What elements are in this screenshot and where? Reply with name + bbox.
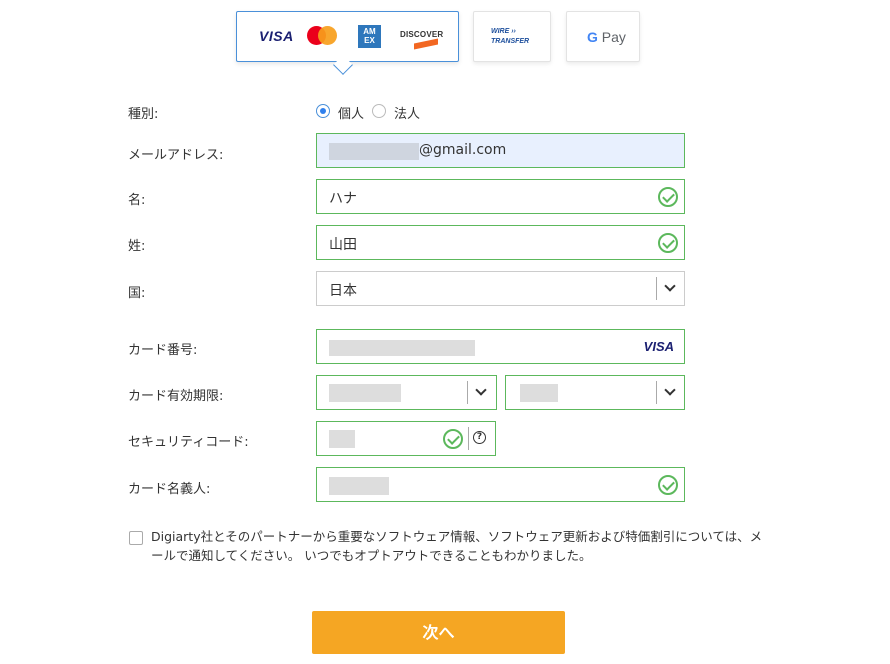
security-code-field[interactable] <box>316 421 496 456</box>
radio-corporate-label: 法人 <box>394 107 421 122</box>
email-field[interactable]: @gmail.com <box>316 133 685 168</box>
expiry-year-dropdown-toggle[interactable] <box>656 381 684 404</box>
country-dropdown-toggle[interactable] <box>656 277 684 300</box>
first-name-value: ハナ <box>329 191 357 207</box>
redacted-expiry-month <box>329 384 401 402</box>
last-name-value: 山田 <box>329 237 357 253</box>
tab-wire-transfer[interactable]: WIRE ›› TRANSFER <box>473 11 551 62</box>
country-value: 日本 <box>329 283 357 299</box>
wire-transfer-logo: WIRE ›› TRANSFER <box>491 28 530 45</box>
redacted-card-holder <box>329 477 389 495</box>
redacted-security-code <box>329 430 355 448</box>
type-label: 種別: <box>128 107 159 122</box>
card-number-label: カード番号: <box>128 343 198 358</box>
security-code-label: セキュリティコード: <box>128 435 249 450</box>
consent-text: Digiarty社とそのパートナーから重要なソフトウェア情報、ソフトウェア更新お… <box>151 529 763 563</box>
expiry-month-dropdown-toggle[interactable] <box>467 381 495 404</box>
consent-checkbox[interactable] <box>129 531 143 545</box>
first-name-label: 名: <box>128 193 146 208</box>
tab-google-pay[interactable]: G Pay <box>566 11 640 62</box>
expiry-year-select[interactable] <box>505 375 685 410</box>
radio-individual[interactable] <box>316 104 330 118</box>
tab-credit-cards[interactable]: VISA AM EX DISCOVER <box>236 11 459 62</box>
visa-logo: VISA <box>643 339 674 354</box>
chevron-down-icon <box>664 384 676 396</box>
last-name-label: 姓: <box>128 239 146 254</box>
next-button[interactable]: 次へ <box>312 611 565 654</box>
email-domain: @gmail.com <box>419 142 507 158</box>
redacted-card-number <box>329 340 475 356</box>
chevron-down-icon <box>475 384 487 396</box>
email-label: メールアドレス: <box>128 148 224 163</box>
valid-check-icon <box>443 429 463 449</box>
google-pay-logo: G Pay <box>587 29 626 45</box>
amex-logo: AM EX <box>358 25 381 48</box>
country-label: 国: <box>128 286 146 301</box>
expiry-month-select[interactable] <box>316 375 497 410</box>
card-expiry-label: カード有効期限: <box>128 389 224 404</box>
valid-check-icon <box>658 233 678 253</box>
country-select[interactable]: 日本 <box>316 271 685 306</box>
mastercard-logo <box>307 26 337 45</box>
valid-check-icon <box>658 187 678 207</box>
divider <box>468 427 469 450</box>
help-icon[interactable]: ? <box>473 431 486 444</box>
redacted-email-user <box>329 143 419 160</box>
chevron-down-icon <box>664 280 676 292</box>
card-holder-label: カード名義人: <box>128 482 211 497</box>
radio-individual-label: 個人 <box>338 107 365 122</box>
visa-logo: VISA <box>259 28 294 44</box>
first-name-field[interactable]: ハナ <box>316 179 685 214</box>
redacted-expiry-year <box>520 384 558 402</box>
radio-corporate[interactable] <box>372 104 386 118</box>
last-name-field[interactable]: 山田 <box>316 225 685 260</box>
card-holder-field[interactable] <box>316 467 685 502</box>
card-number-field[interactable]: VISA <box>316 329 685 364</box>
valid-check-icon <box>658 475 678 495</box>
discover-logo: DISCOVER <box>400 30 443 50</box>
